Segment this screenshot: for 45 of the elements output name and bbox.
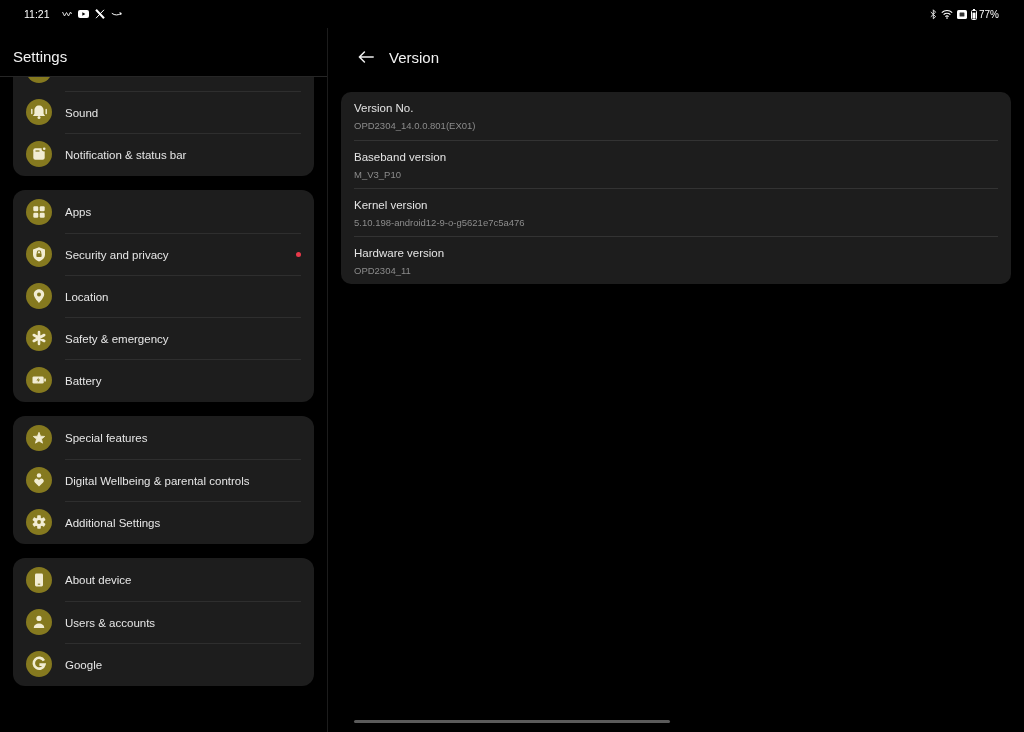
play-icon [77, 10, 89, 18]
settings-item[interactable]: About device [13, 559, 314, 601]
settings-item[interactable]: Location [13, 275, 314, 317]
g-logo-icon [26, 651, 52, 677]
settings-item[interactable]: Users & accounts [13, 601, 314, 643]
info-value: OPD2304_14.0.0.801(EX01) [354, 119, 476, 132]
info-value: OPD2304_11 [354, 264, 411, 277]
battery-icon [971, 8, 977, 20]
tablet-icon [26, 567, 52, 593]
settings-item[interactable]: Digital Wellbeing & parental controls [13, 459, 314, 501]
settings-icon [26, 509, 52, 535]
grid-icon [26, 199, 52, 225]
wifi-icon [941, 9, 953, 19]
battery-charging-icon [26, 367, 52, 393]
settings-item[interactable]: Special features [13, 417, 314, 459]
settings-item[interactable]: Security and privacy [13, 233, 314, 275]
battery-percent: 77% [979, 8, 999, 20]
asterisk-icon [26, 325, 52, 351]
person-icon [26, 609, 52, 635]
settings-item[interactable]: Safety & emergency [13, 317, 314, 359]
smile-arrow-icon [110, 11, 122, 17]
settings-item[interactable]: Notification & status bar [13, 133, 314, 175]
shield-lock-icon [26, 241, 52, 267]
info-value: 5.10.198-android12-9-o-g5621e7c5a476 [354, 216, 525, 229]
notification-panel-icon [26, 141, 52, 167]
info-label: Version No. [354, 101, 414, 116]
page-title: Version [389, 48, 440, 66]
back-arrow-icon [358, 51, 374, 63]
settings-item[interactable]: Additional Settings [13, 501, 314, 543]
settings-item[interactable]: Google [13, 643, 314, 685]
info-label: Baseband version [354, 150, 447, 165]
info-label: Kernel version [354, 198, 428, 213]
zigzag-icon [61, 11, 72, 17]
bell-icon [26, 99, 52, 125]
square-icon [957, 9, 967, 19]
pane-title: Settings [13, 48, 68, 65]
info-label: Hardware version [354, 246, 445, 261]
settings-item[interactable]: Sound [13, 91, 314, 133]
x-logo-icon [94, 9, 105, 19]
settings-item[interactable]: Battery [13, 359, 314, 401]
status-time: 11:21 [24, 8, 50, 20]
settings-item[interactable]: Apps [13, 191, 314, 233]
info-value: M_V3_P10 [354, 168, 401, 181]
bluetooth-icon [930, 8, 937, 20]
location-pin-icon [26, 283, 52, 309]
